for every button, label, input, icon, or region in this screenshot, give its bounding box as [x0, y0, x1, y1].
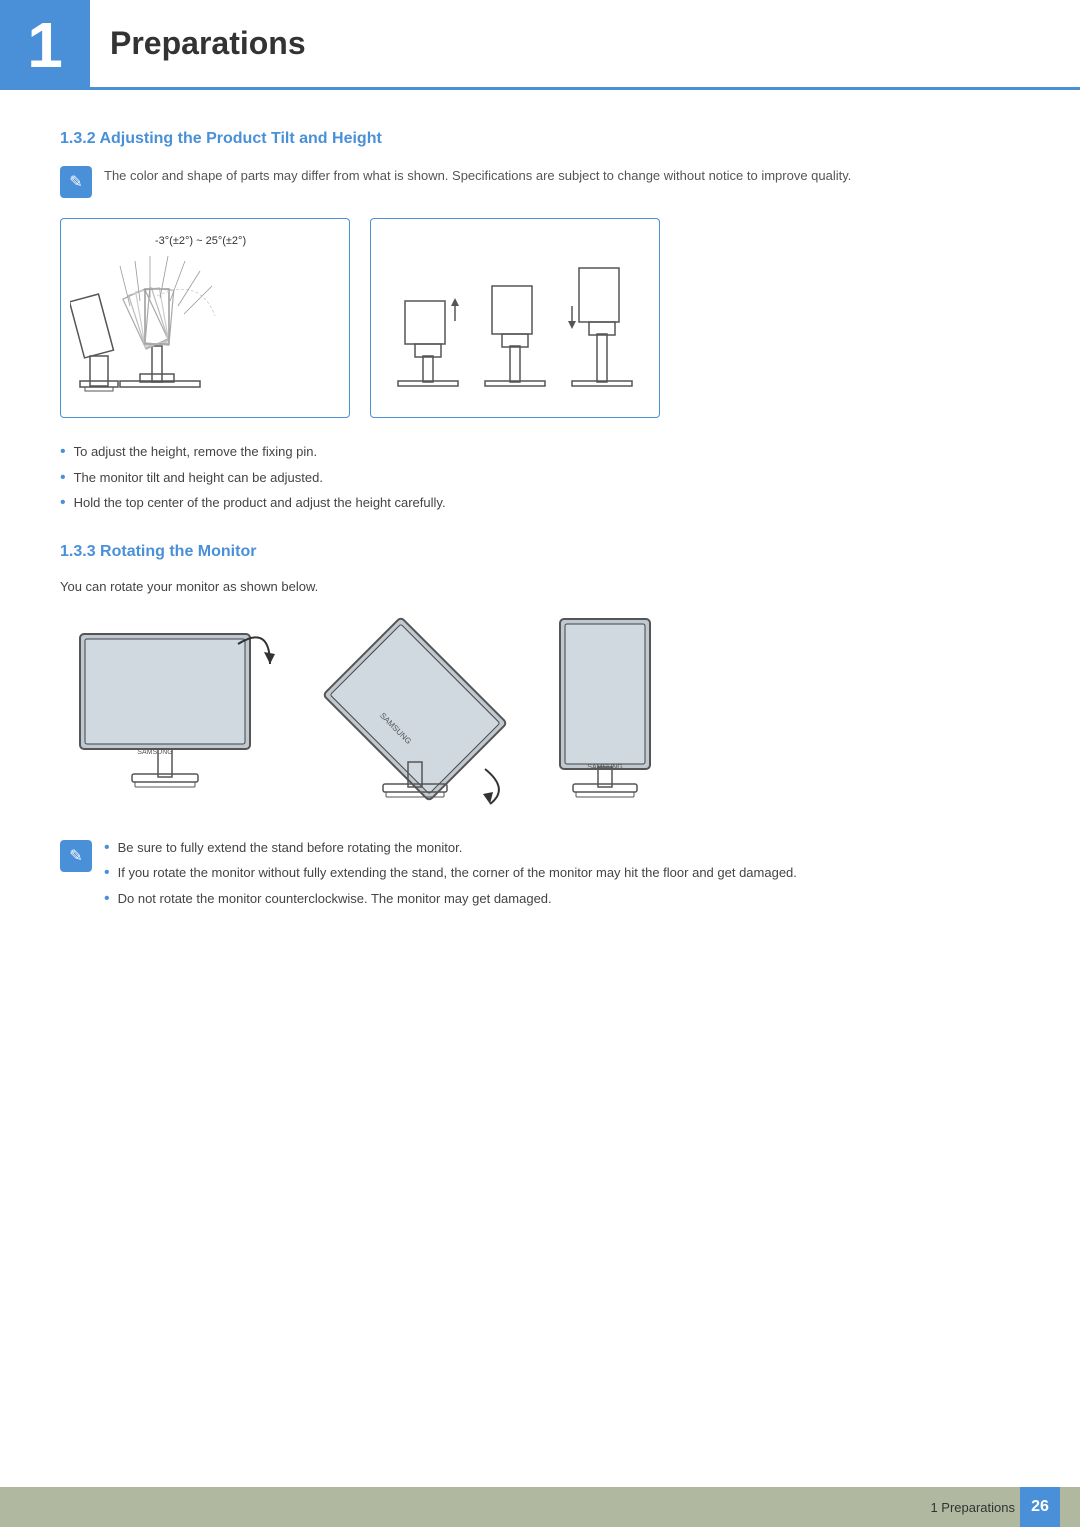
main-content: 1.3.2 Adjusting the Product Tilt and Hei… — [0, 130, 1080, 974]
section-133-heading: 1.3.3 Rotating the Monitor — [60, 543, 1020, 561]
footer-text: 1 Preparations — [930, 1500, 1015, 1515]
bullet-132-3: Hold the top center of the product and a… — [60, 493, 1020, 513]
section-132-heading: 1.3.2 Adjusting the Product Tilt and Hei… — [60, 130, 1020, 148]
tilt-diagrams-row: -3°(±2°) ~ 25°(±2°) — [60, 218, 1020, 418]
bullet-132-1: To adjust the height, remove the fixing … — [60, 442, 1020, 462]
bullets-133: Be sure to fully extend the stand before… — [104, 838, 797, 915]
svg-text:-3°(±2°) ~ 25°(±2°): -3°(±2°) ~ 25°(±2°) — [155, 235, 246, 247]
bullet-133-1: Be sure to fully extend the stand before… — [104, 838, 797, 858]
note-icon — [60, 166, 92, 198]
tilt-diagram: -3°(±2°) ~ 25°(±2°) — [60, 218, 350, 418]
section-132: 1.3.2 Adjusting the Product Tilt and Hei… — [60, 130, 1020, 513]
note-box-132: The color and shape of parts may differ … — [60, 166, 1020, 198]
page-number: 26 — [1020, 1487, 1060, 1527]
height-diagram — [370, 218, 660, 418]
note-text-132: The color and shape of parts may differ … — [104, 166, 851, 187]
bullet-133-3: Do not rotate the monitor counterclockwi… — [104, 889, 797, 909]
note-bullets-133: Be sure to fully extend the stand before… — [60, 838, 1020, 915]
rotate-monitor-1: SAMSUNG — [60, 614, 290, 814]
chapter-title-area: Preparations — [90, 0, 1080, 90]
note-icon-133 — [60, 840, 92, 872]
section-133: 1.3.3 Rotating the Monitor You can rotat… — [60, 543, 1020, 915]
rotate-diagrams-row: SAMSUNG SAMS — [60, 614, 1020, 814]
chapter-title: Preparations — [110, 25, 306, 62]
chapter-header: 1 Preparations — [0, 0, 1080, 90]
svg-text:SAMSUNG: SAMSUNG — [137, 749, 172, 756]
bullets-132: To adjust the height, remove the fixing … — [60, 442, 1020, 513]
bullet-133-2: If you rotate the monitor without fully … — [104, 863, 797, 883]
bullet-132-2: The monitor tilt and height can be adjus… — [60, 468, 1020, 488]
section-133-intro: You can rotate your monitor as shown bel… — [60, 579, 1020, 594]
rotate-monitor-3: SAMSUNG — [540, 614, 680, 814]
page-footer: 1 Preparations 26 — [0, 1487, 1080, 1527]
chapter-number: 1 — [0, 0, 90, 90]
rotate-monitor-2: SAMSUNG — [305, 614, 525, 814]
